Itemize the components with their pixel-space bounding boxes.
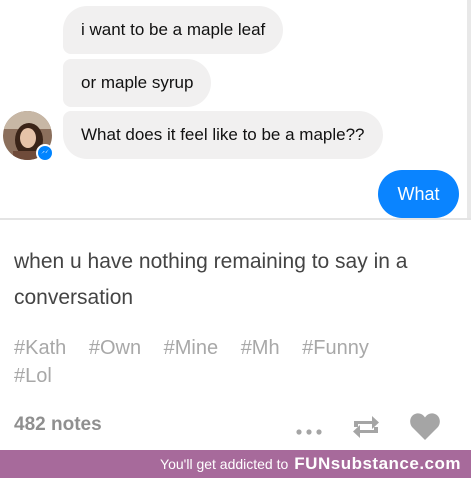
divider bbox=[0, 218, 471, 220]
tag-link[interactable]: #Kath bbox=[14, 334, 66, 362]
tag-link[interactable]: #Mine bbox=[164, 334, 218, 362]
heart-icon[interactable] bbox=[409, 411, 441, 441]
messenger-icon bbox=[36, 144, 54, 162]
tag-link[interactable]: #Lol bbox=[14, 362, 52, 390]
tag-link[interactable]: #Funny bbox=[302, 334, 369, 362]
divider bbox=[467, 0, 471, 220]
message-bubble: or maple syrup bbox=[63, 59, 212, 107]
reply-bubble: What bbox=[378, 170, 459, 218]
message-bubble: What does it feel like to be a maple?? bbox=[63, 111, 383, 159]
post-caption: when u have nothing remaining to say in … bbox=[14, 250, 408, 309]
reblog-icon[interactable] bbox=[350, 413, 382, 441]
site-logo: FUNsubstance.com bbox=[294, 454, 461, 473]
messenger-screenshot: i want to be a maple leaf or maple syrup… bbox=[0, 0, 467, 218]
tag-link[interactable]: #Own bbox=[89, 334, 141, 362]
notes-count[interactable]: 482 notes bbox=[14, 414, 102, 436]
footer-text: You'll get addicted to bbox=[160, 456, 289, 472]
message-bubble: i want to be a maple leaf bbox=[63, 6, 284, 54]
tag-list: #Kath #Own #Mine #Mh #Funny #Lol bbox=[14, 334, 454, 390]
more-dots-icon[interactable] bbox=[295, 423, 323, 435]
tag-link[interactable]: #Mh bbox=[241, 334, 280, 362]
watermark-footer: You'll get addicted to FUNsubstance.com bbox=[0, 450, 471, 478]
